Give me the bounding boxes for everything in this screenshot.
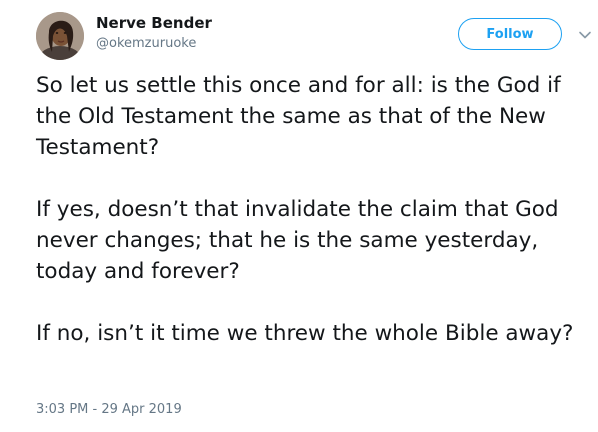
tweet-text: So let us settle this once and for all: … — [36, 70, 592, 349]
follow-button[interactable]: Follow — [458, 18, 562, 50]
display-name[interactable]: Nerve Bender — [96, 13, 212, 33]
tweet-paragraph: So let us settle this once and for all: … — [36, 73, 561, 160]
profile-photo-icon — [36, 12, 84, 60]
tweet-timestamp[interactable]: 3:03 PM - 29 Apr 2019 — [36, 401, 182, 419]
user-handle[interactable]: @okemzuruoke — [96, 35, 196, 53]
chevron-down-icon[interactable] — [578, 28, 592, 42]
avatar[interactable] — [36, 12, 84, 60]
tweet-paragraph: If no, isn’t it time we threw the whole … — [36, 321, 574, 346]
tweet-paragraph: If yes, doesn’t that invalidate the clai… — [36, 197, 559, 284]
tweet-card: Nerve Bender @okemzuruoke Follow So let … — [0, 0, 598, 432]
